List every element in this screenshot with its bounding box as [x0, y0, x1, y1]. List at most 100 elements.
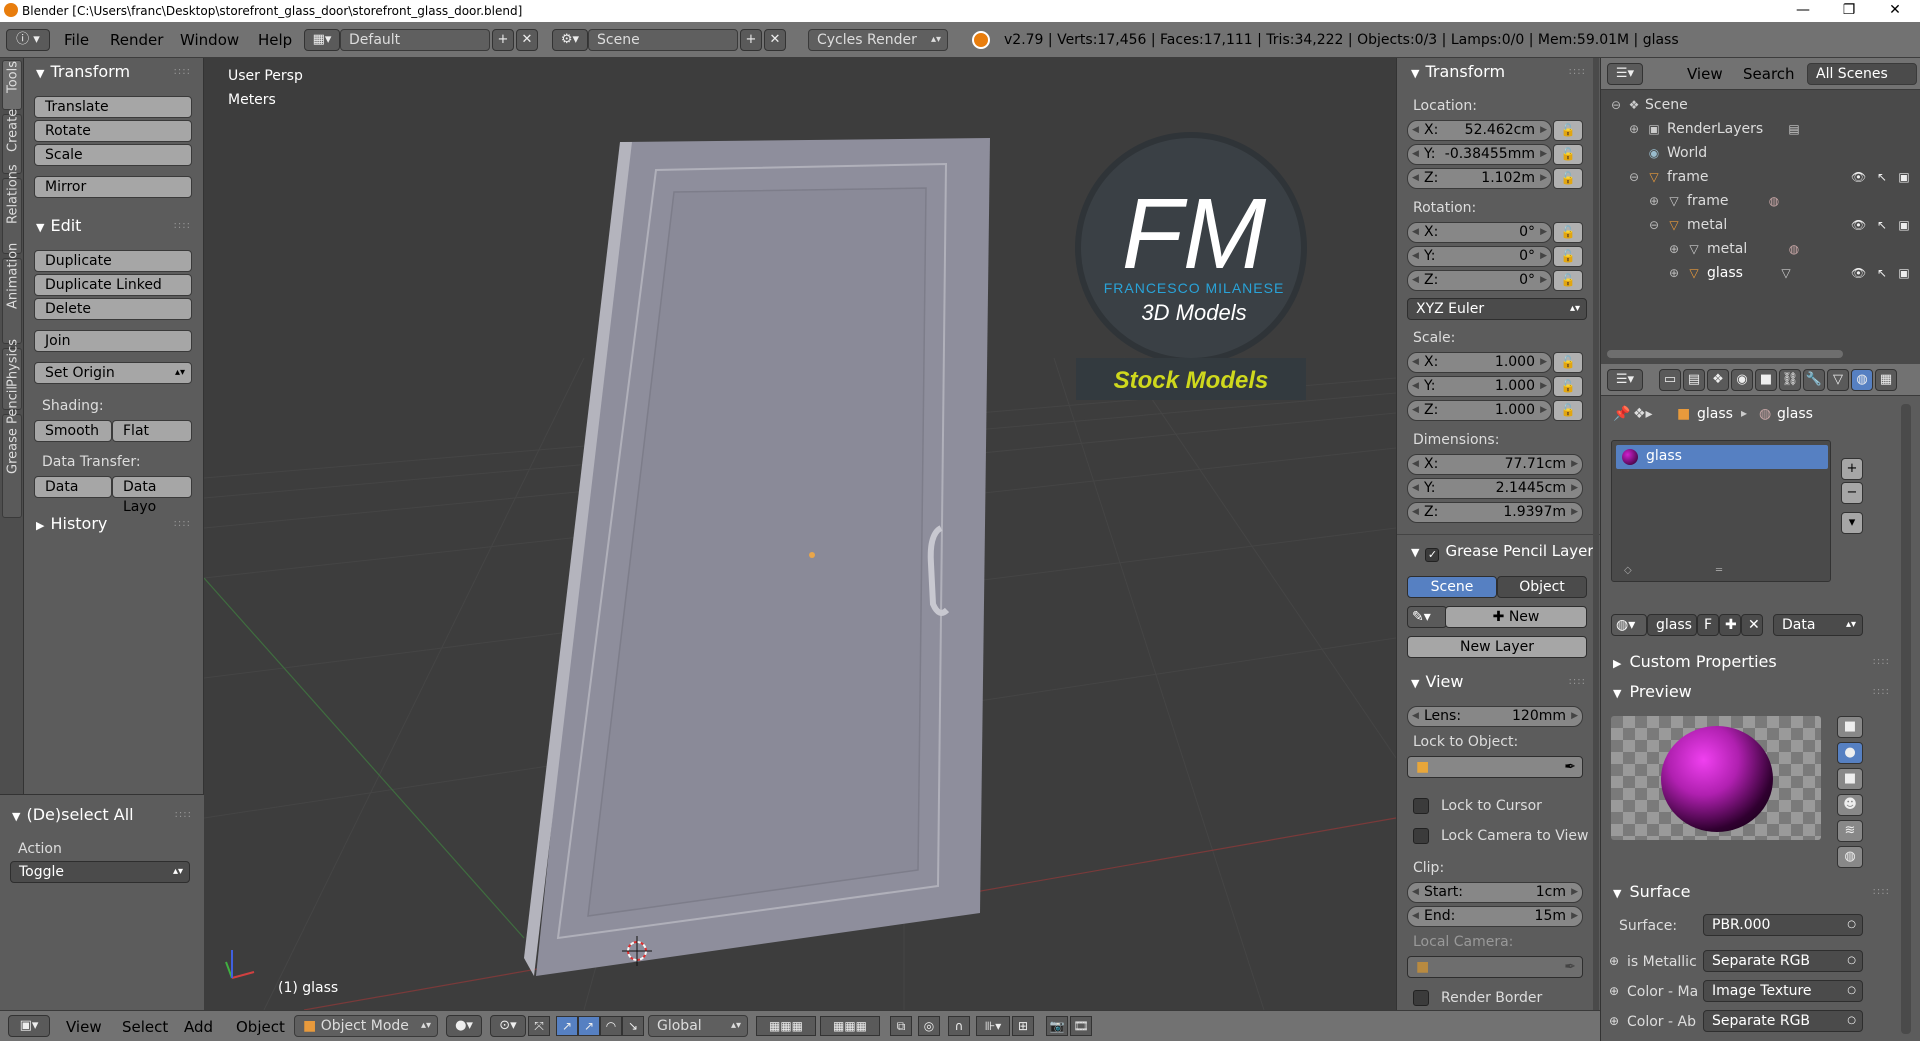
tab-tools[interactable]: Tools — [2, 60, 22, 110]
custom-properties-header[interactable]: ▶ Custom Properties — [1613, 652, 1777, 671]
input-color-ab-dropdown[interactable]: Separate RGB ○ — [1703, 1010, 1863, 1032]
increment-icon[interactable]: ▶ — [1540, 377, 1547, 396]
lock-icon[interactable]: 🔓 — [1553, 246, 1583, 267]
drag-handle-icon[interactable]: :::: — [174, 66, 191, 77]
outliner-row-renderlayers[interactable]: ⊕ ▣ RenderLayers ▤ — [1601, 118, 1920, 142]
decrement-icon[interactable]: ◀ — [1412, 455, 1419, 474]
transform-panel-header[interactable]: ▼ Transform — [1411, 62, 1505, 81]
checkbox-checked-icon[interactable]: ✓ — [1425, 548, 1440, 562]
increment-icon[interactable]: ▶ — [1571, 455, 1578, 474]
render-engine-dropdown[interactable]: Cycles Render ▴▾ — [808, 29, 948, 51]
grease-pencil-layer-header[interactable]: ▼ ✓ Grease Pencil Layer — [1411, 542, 1594, 562]
decrement-icon[interactable]: ◀ — [1412, 883, 1419, 902]
increment-icon[interactable]: ▶ — [1540, 223, 1547, 242]
preview-monkey-icon[interactable]: ☻ — [1837, 794, 1863, 816]
preview-hair-icon[interactable]: ≋ — [1837, 820, 1863, 842]
outliner-row-frame-mesh[interactable]: ⊕ ▽ frame ◍ — [1601, 190, 1920, 214]
pin-icon[interactable]: 📌 — [1613, 406, 1630, 422]
drag-handle-icon[interactable]: :::: — [1873, 886, 1890, 897]
viewport-shading-icon[interactable]: ●▾ — [446, 1015, 482, 1037]
pivot-point-icon[interactable]: ⊙▾ — [490, 1015, 526, 1037]
scene-field[interactable]: Scene — [588, 29, 738, 51]
outliner-search-menu[interactable]: Search — [1743, 65, 1795, 83]
decrement-icon[interactable]: ◀ — [1412, 377, 1419, 396]
scale-z-field[interactable]: ◀ Z: 1.000 ▶ — [1407, 400, 1552, 421]
eyedropper-icon[interactable]: ✒ — [1564, 957, 1576, 977]
opengl-animation-icon[interactable]: 🎞 — [1070, 1016, 1092, 1036]
lock-camera-checkbox[interactable] — [1413, 828, 1429, 844]
mirror-button[interactable]: Mirror — [34, 176, 192, 198]
lens-field[interactable]: ◀ Lens: 120mm ▶ — [1407, 706, 1583, 727]
cursor-select-icon[interactable]: ↖ — [1875, 170, 1889, 184]
lock-object-field[interactable]: ■ ✒ — [1407, 756, 1583, 778]
location-x-field[interactable]: ◀ X: 52.462cm ▶ — [1407, 120, 1552, 141]
panel-edit-header[interactable]: ▼ Edit — [36, 216, 81, 235]
drag-handle-icon[interactable]: :::: — [174, 220, 191, 231]
drag-handle-icon[interactable]: :::: — [1569, 676, 1586, 687]
sidebar-scrollbar[interactable] — [1593, 58, 1599, 1010]
input-metallic-dropdown[interactable]: Separate RGB ○ — [1703, 950, 1863, 972]
data-button[interactable]: Data — [34, 476, 112, 498]
local-view-icon[interactable]: ⧉ — [890, 1016, 912, 1036]
eye-icon[interactable]: 👁 — [1851, 266, 1866, 280]
remove-layout-icon[interactable]: ✕ — [516, 29, 538, 51]
snap-element-icon[interactable]: ⊪▾ — [976, 1016, 1010, 1036]
add-layout-icon[interactable]: + — [492, 29, 514, 51]
menu-select[interactable]: Select — [122, 1018, 168, 1036]
drag-handle-icon[interactable]: :::: — [174, 518, 191, 529]
lock-icon[interactable]: 🔓 — [1553, 144, 1583, 165]
decrement-icon[interactable]: ◀ — [1412, 145, 1419, 164]
outliner-row-world[interactable]: ◉ World — [1601, 142, 1920, 166]
breadcrumb-material[interactable]: glass — [1777, 406, 1813, 422]
rotation-x-field[interactable]: ◀ X: 0° ▶ — [1407, 222, 1552, 243]
preview-cube-icon[interactable]: ■ — [1837, 768, 1863, 790]
lock-icon[interactable]: 🔓 — [1553, 270, 1583, 291]
pencil-icon[interactable]: ✎▾ — [1407, 606, 1447, 628]
decrement-icon[interactable]: ◀ — [1412, 223, 1419, 242]
remove-scene-icon[interactable]: ✕ — [764, 29, 786, 51]
preview-header[interactable]: ▼ Preview — [1613, 682, 1692, 701]
outliner-row-scene[interactable]: ⊖ ❖ Scene — [1601, 94, 1920, 118]
modifiers-tab-icon[interactable]: 🔧 — [1803, 369, 1825, 391]
gp-new-layer-button[interactable]: New Layer — [1407, 636, 1587, 658]
preview-world-icon[interactable]: ◍ — [1837, 846, 1863, 868]
camera-render-icon[interactable]: ▣ — [1897, 170, 1911, 184]
decrement-icon[interactable]: ◀ — [1412, 479, 1419, 498]
collapse-icon[interactable]: ⊖ — [1627, 170, 1641, 184]
surface-header[interactable]: ▼ Surface — [1613, 882, 1690, 901]
decrement-icon[interactable]: ◀ — [1412, 503, 1419, 522]
material-slot-item[interactable]: glass — [1616, 445, 1828, 469]
scene-tab-icon[interactable]: ❖ — [1707, 369, 1729, 391]
delete-button[interactable]: Delete — [34, 298, 192, 320]
add-slot-icon[interactable]: + — [1841, 458, 1863, 480]
scale-button[interactable]: Scale — [34, 144, 192, 166]
outliner-row-metal-mesh[interactable]: ⊕ ▽ metal ◍ — [1601, 238, 1920, 262]
rotate-button[interactable]: Rotate — [34, 120, 192, 142]
drag-handle-icon[interactable]: :::: — [1873, 656, 1890, 667]
drag-handle-icon[interactable]: :::: — [1873, 686, 1890, 697]
decrement-icon[interactable]: ◀ — [1412, 907, 1419, 926]
rotate-manipulator-icon[interactable]: ◠ — [600, 1016, 622, 1036]
screen-layout-icon[interactable]: ▦▾ — [304, 29, 340, 51]
add-scene-icon[interactable]: + — [740, 29, 762, 51]
constraints-tab-icon[interactable]: ⛓ — [1779, 369, 1801, 391]
translate-manipulator-icon[interactable]: ↗ — [556, 1016, 578, 1036]
lock-icon[interactable]: 🔓 — [1553, 120, 1583, 141]
increment-icon[interactable]: ▶ — [1571, 907, 1578, 926]
close-button[interactable]: ✕ — [1872, 0, 1918, 22]
deselect-all-header[interactable]: ▼ (De)select All — [12, 805, 134, 824]
decrement-icon[interactable]: ◀ — [1412, 401, 1419, 420]
expand-icon[interactable]: ⊕ — [1647, 194, 1661, 208]
gp-object-button[interactable]: Object — [1497, 576, 1587, 598]
camera-render-icon[interactable]: ▣ — [1897, 218, 1911, 232]
slot-specials-icon[interactable]: ▾ — [1841, 512, 1863, 534]
snap-target-icon[interactable]: ⊞ — [1012, 1016, 1034, 1036]
outliner-scrollbar[interactable] — [1607, 350, 1843, 358]
list-resize-handle-icon[interactable]: ═ — [1716, 565, 1722, 576]
lock-icon[interactable]: 🔓 — [1553, 376, 1583, 397]
layers-grid-icon[interactable]: ▦▦▦ — [756, 1016, 816, 1036]
fake-user-button[interactable]: F — [1697, 614, 1719, 636]
material-name-field[interactable]: glass — [1647, 614, 1697, 636]
rotation-z-field[interactable]: ◀ Z: 0° ▶ — [1407, 270, 1552, 291]
expand-input-icon[interactable]: ⊕ — [1609, 984, 1619, 998]
